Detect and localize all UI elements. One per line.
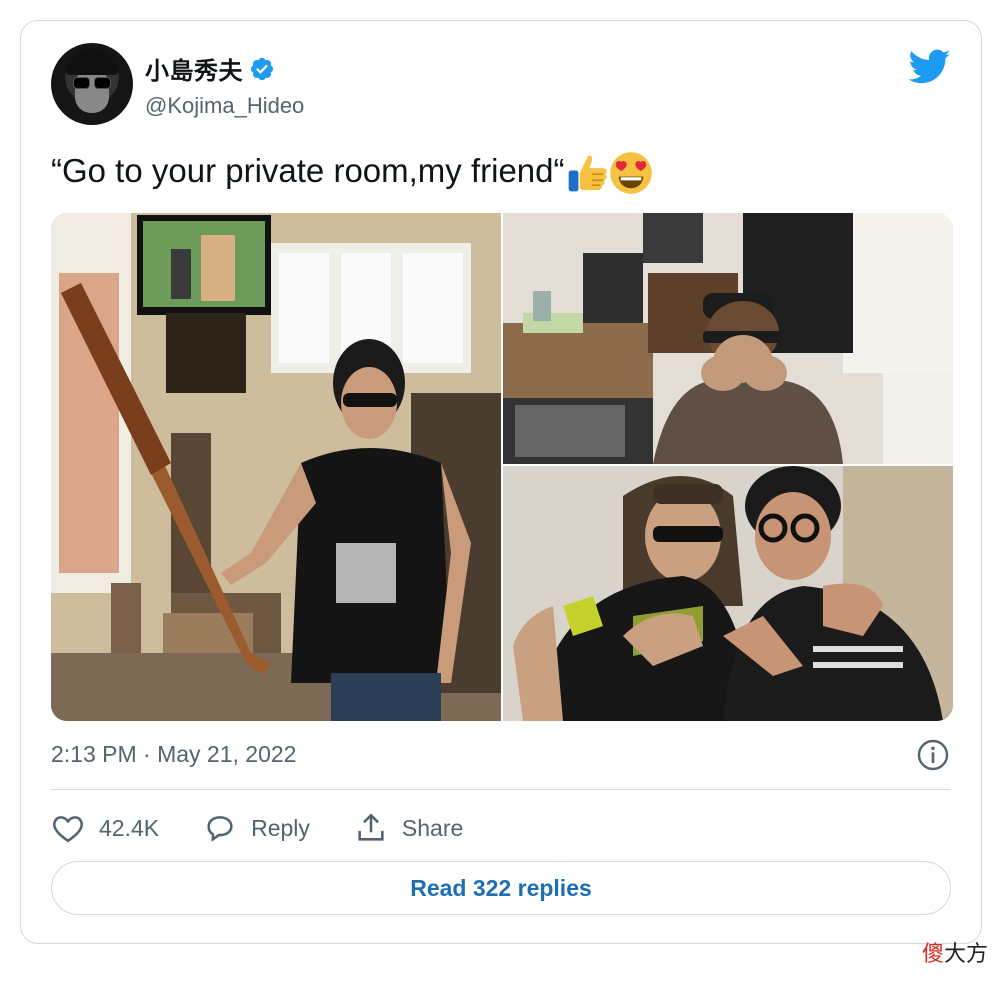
- author-handle[interactable]: @Kojima_Hideo: [145, 93, 304, 119]
- avatar-glasses: [73, 77, 111, 89]
- twitter-bird-icon[interactable]: [909, 49, 951, 85]
- photo-1-scene: [51, 213, 501, 721]
- like-action[interactable]: 42.4K: [51, 811, 159, 845]
- read-replies-button[interactable]: Read 322 replies: [51, 861, 951, 915]
- info-icon[interactable]: [917, 739, 949, 771]
- tweet-text: “Go to your private room,my friend“: [51, 149, 653, 195]
- share-upload-icon[interactable]: [354, 811, 388, 845]
- watermark-first: 傻: [921, 941, 944, 966]
- thumbs-up-emoji-icon: [568, 155, 607, 192]
- photo-2-scene: [503, 213, 953, 464]
- media-photo-1[interactable]: [51, 213, 501, 721]
- media-grid[interactable]: [51, 213, 953, 721]
- share-label: Share: [401, 814, 464, 841]
- watermark: 傻大方: [922, 936, 988, 968]
- like-count: 42.4K: [99, 814, 160, 841]
- tweet-card: 小島秀夫 @Kojima_Hideo “Go to your private r…: [20, 20, 982, 944]
- tweet-body: “Go to your private room,my friend“: [51, 152, 565, 189]
- tweet-timestamp[interactable]: 2:13 PM · May 21, 2022: [51, 741, 296, 768]
- watermark-rest: 大方: [943, 941, 988, 966]
- author-avatar[interactable]: [51, 43, 133, 125]
- share-action[interactable]: Share: [354, 811, 463, 845]
- reply-bubble-icon[interactable]: [203, 811, 237, 845]
- actions-divider: [51, 789, 951, 790]
- verified-badge-icon: [250, 57, 274, 80]
- avatar-hair: [65, 49, 119, 75]
- heart-icon[interactable]: [51, 811, 85, 845]
- author-name-row[interactable]: 小島秀夫: [145, 51, 275, 86]
- media-photo-3[interactable]: [503, 466, 953, 721]
- avatar-face: [75, 69, 109, 113]
- author-display-name[interactable]: 小島秀夫: [145, 51, 243, 86]
- reply-label: Reply: [251, 814, 310, 841]
- photo-3-scene: [503, 466, 953, 721]
- heart-eyes-emoji-icon: [609, 152, 652, 195]
- tweet-actions: 42.4K Reply Share: [51, 811, 507, 845]
- reply-action[interactable]: Reply: [203, 811, 310, 845]
- media-photo-2[interactable]: [503, 213, 953, 464]
